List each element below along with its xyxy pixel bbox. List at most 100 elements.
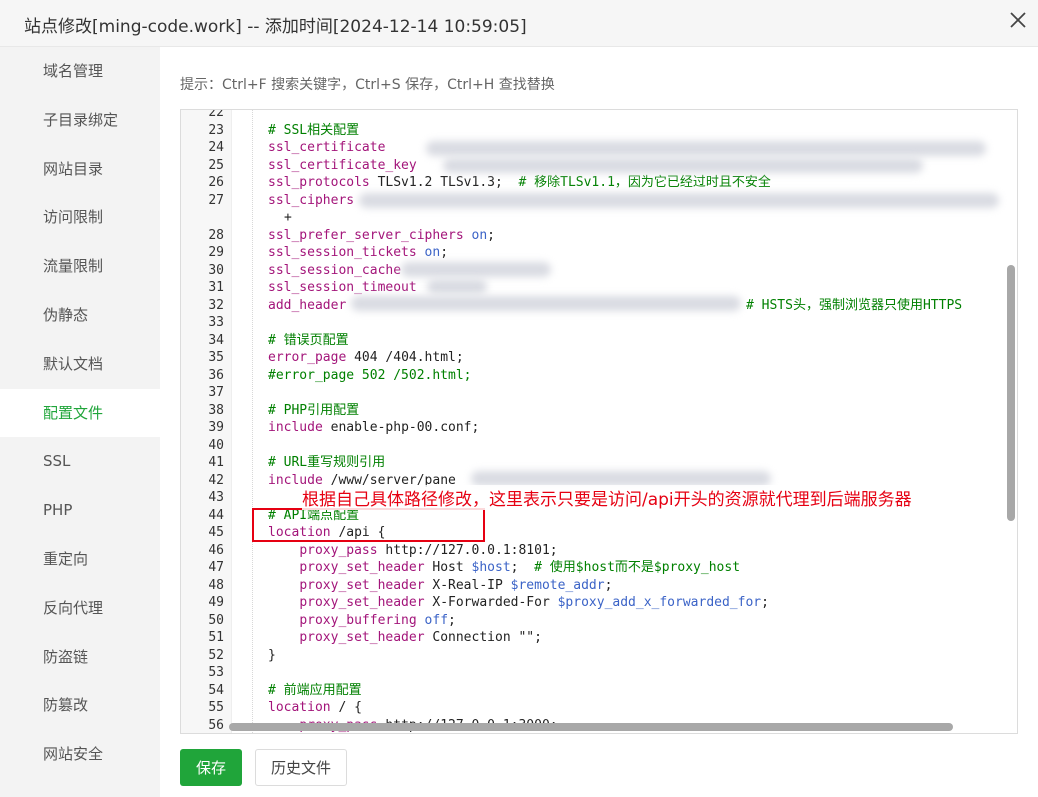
line-code: ssl_protocols TLSv1.2 TLSv1.3; # 移除TLSv1… (268, 175, 771, 190)
sidebar-item-traffic-limit[interactable]: 流量限制 (0, 242, 160, 291)
code-line[interactable]: 41 # URL重写规则引用 (181, 454, 1017, 472)
line-number: 25 (208, 157, 224, 173)
line-number: 23 (208, 122, 224, 138)
sidebar-item-access-limit[interactable]: 访问限制 (0, 193, 160, 242)
line-code: # SSL相关配置 (268, 122, 360, 138)
line-code: ssl_prefer_server_ciphers on; (268, 227, 495, 243)
sidebar-item-site-security[interactable]: 网站安全 (0, 730, 160, 779)
line-number: 37 (208, 385, 224, 400)
code-line[interactable]: + (181, 209, 1017, 227)
line-code: #error_page 502 /502.html; (268, 367, 472, 383)
line-number: 36 (208, 367, 224, 383)
line-code: proxy_pass http://127.0.0.1:8101; (299, 542, 558, 558)
line-number: 22 (208, 109, 224, 120)
code-line[interactable]: 22 (181, 109, 1017, 122)
code-line[interactable]: 48 proxy_set_header X-Real-IP $remote_ad… (181, 577, 1017, 595)
line-code: proxy_set_header Connection ""; (299, 630, 542, 645)
code-line[interactable]: 39 include enable-php-00.conf; (181, 419, 1017, 437)
line-code: proxy_set_header X-Forwarded-For $proxy_… (299, 595, 769, 610)
sidebar-item-subdir[interactable]: 子目录绑定 (0, 96, 160, 145)
code-line[interactable]: 36 #error_page 502 /502.html; (181, 367, 1017, 385)
line-number: 39 (208, 420, 224, 435)
line-code: proxy_set_header X-Real-IP $remote_addr; (299, 577, 613, 593)
code-line[interactable]: 47 proxy_set_header Host $host; # 使用$hos… (181, 559, 1017, 577)
line-number: 28 (208, 227, 224, 243)
line-code: ssl_session_tickets on; (268, 245, 449, 260)
code-line[interactable]: 46 proxy_pass http://127.0.0.1:8101; (181, 542, 1017, 560)
line-code: include enable-php-00.conf; (268, 420, 480, 435)
sidebar-item-redirect[interactable]: 重定向 (0, 535, 160, 584)
line-code: ssl_ciphers (268, 192, 355, 208)
line-number: 53 (208, 665, 224, 680)
line-number: 46 (208, 542, 224, 558)
line-number: 30 (208, 262, 224, 278)
sidebar-item-tamper-proof[interactable]: 防篡改 (0, 681, 160, 730)
code-line[interactable]: 33 (181, 314, 1017, 332)
sidebar-item-domain[interactable]: 域名管理 (0, 47, 160, 96)
line-number: 26 (208, 175, 224, 190)
code-line[interactable]: 26 ssl_protocols TLSv1.2 TLSv1.3; # 移除TLS… (181, 174, 1017, 192)
line-number: 44 (208, 507, 224, 523)
redacted-value (427, 279, 487, 294)
line-code: # 前端应用配置 (268, 682, 362, 698)
line-number: 34 (208, 332, 224, 348)
vertical-scrollbar[interactable] (1007, 265, 1015, 521)
line-code: location / { (268, 700, 362, 715)
code-line[interactable]: 53 (181, 664, 1017, 682)
line-number: 40 (208, 437, 224, 453)
redacted-value (426, 141, 986, 156)
line-code: add_header (268, 297, 347, 313)
save-button[interactable]: 保存 (180, 749, 242, 786)
line-number: 35 (208, 350, 224, 365)
line-code: error_page 404 /404.html; (268, 350, 464, 365)
shortcut-hint: 提示：Ctrl+F 搜索关键字，Ctrl+S 保存，Ctrl+H 查找替换 (180, 77, 555, 93)
history-file-button[interactable]: 历史文件 (255, 749, 347, 786)
code-line[interactable]: 30 ssl_session_cache (181, 262, 1017, 280)
code-line[interactable]: 52} (181, 647, 1017, 665)
code-line[interactable]: 51 proxy_set_header Connection ""; (181, 629, 1017, 647)
close-icon[interactable] (1008, 10, 1028, 30)
code-line[interactable]: 28 ssl_prefer_server_ciphers on; (181, 227, 1017, 245)
code-line[interactable]: 54 # 前端应用配置 (181, 682, 1017, 700)
line-number: 55 (208, 700, 224, 715)
code-line[interactable]: 49 proxy_set_header X-Forwarded-For $pro… (181, 594, 1017, 612)
line-number: 54 (208, 682, 224, 698)
code-line[interactable]: 23 # SSL相关配置 (181, 122, 1017, 140)
sidebar: 域名管理 子目录绑定 网站目录 访问限制 流量限制 伪静态 默认文档 配置文件 … (0, 47, 160, 797)
line-number: 31 (208, 280, 224, 295)
redacted-value (351, 296, 741, 311)
line-number: 47 (208, 560, 224, 575)
line-number: 50 (208, 612, 224, 628)
sidebar-item-php[interactable]: PHP (0, 486, 160, 535)
code-line[interactable]: 38 # PHP引用配置 (181, 402, 1017, 420)
annotation-highlight-box (252, 508, 485, 542)
code-line[interactable]: 40 (181, 437, 1017, 455)
sidebar-item-default-doc[interactable]: 默认文档 (0, 340, 160, 389)
line-number: 51 (208, 630, 224, 645)
sidebar-item-site-dir[interactable]: 网站目录 (0, 145, 160, 194)
code-line[interactable]: 31 ssl_session_timeout (181, 279, 1017, 297)
annotation-text: 根据自己具体路径修改，这里表示只要是访问/api开头的资源就代理到后端服务器 (302, 485, 912, 510)
code-line[interactable]: 29 ssl_session_tickets on; (181, 244, 1017, 262)
dialog-title: 站点修改[ming-code.work] -- 添加时间[2024-12-14 … (24, 17, 527, 37)
line-code: # URL重写规则引用 (268, 455, 386, 470)
horizontal-scrollbar[interactable] (229, 723, 953, 731)
sidebar-item-config-file[interactable]: 配置文件 (0, 388, 160, 438)
code-line[interactable]: 37 (181, 384, 1017, 402)
code-editor[interactable]: 22 23 # SSL相关配置 24 ssl_certificate 25 ssl_cert… (180, 109, 1018, 734)
dialog-header: 站点修改[ming-code.work] -- 添加时间[2024-12-14 … (0, 0, 1038, 47)
code-line[interactable]: 34 # 错误页配置 (181, 332, 1017, 350)
line-code: ssl_session_cache (268, 262, 402, 278)
sidebar-item-hotlink[interactable]: 防盗链 (0, 633, 160, 682)
code-line[interactable]: 55 location / { (181, 699, 1017, 717)
sidebar-item-rewrite[interactable]: 伪静态 (0, 291, 160, 340)
line-number: 43 (208, 490, 224, 505)
line-number: 48 (208, 577, 224, 593)
line-code: ssl_certificate_key (268, 157, 417, 173)
sidebar-item-reverse-proxy[interactable]: 反向代理 (0, 584, 160, 633)
sidebar-item-ssl[interactable]: SSL (0, 437, 160, 486)
code-line[interactable]: 50 proxy_buffering off; (181, 612, 1017, 630)
redacted-value (443, 158, 923, 173)
line-code: proxy_set_header Host $host; # 使用$host而不… (299, 560, 741, 575)
code-line[interactable]: 35 error_page 404 /404.html; (181, 349, 1017, 367)
